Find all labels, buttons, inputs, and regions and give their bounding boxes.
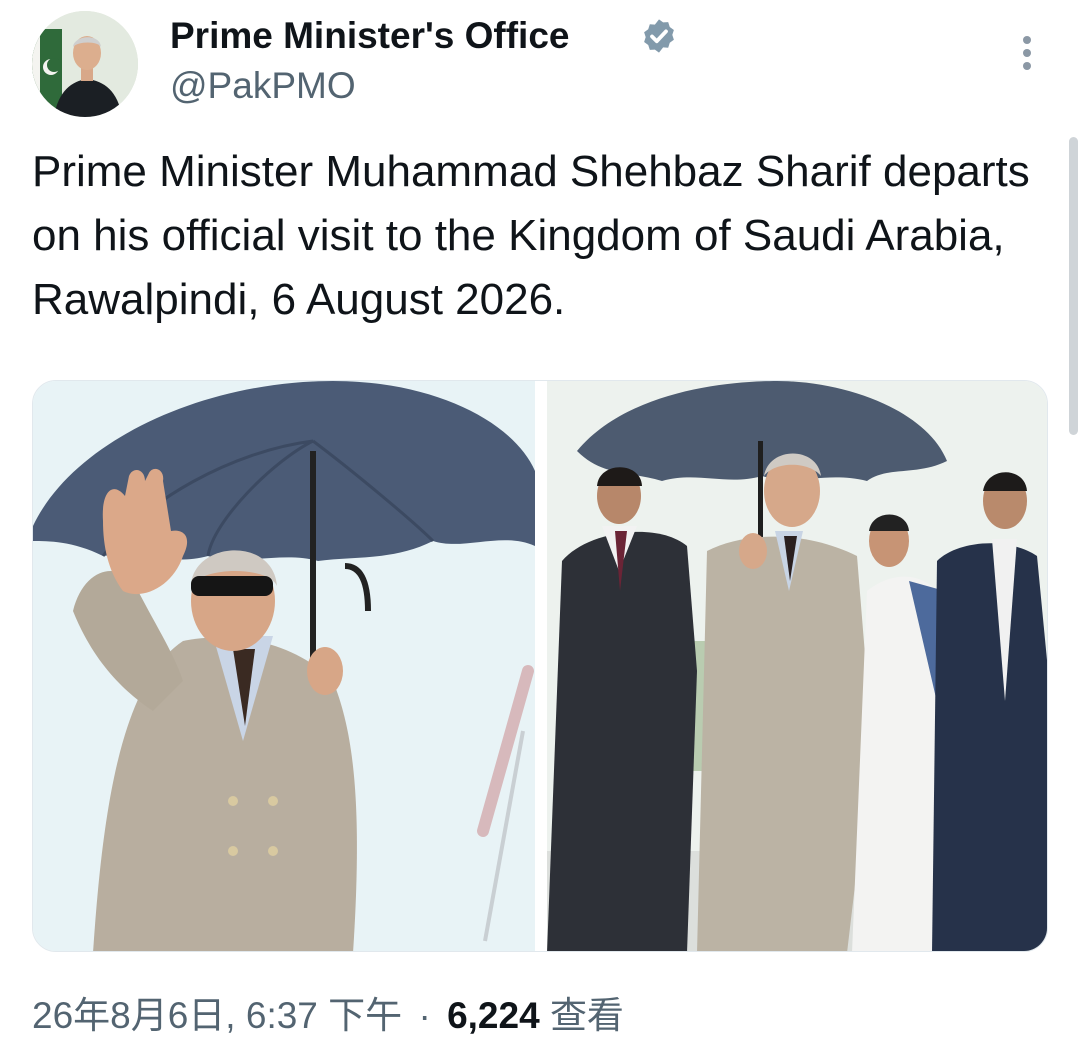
verified-badge-icon	[644, 19, 674, 53]
views-count[interactable]: 6,224	[447, 995, 540, 1036]
views-label: 查看	[549, 995, 624, 1036]
author-handle[interactable]: @PakPMO	[170, 64, 356, 108]
more-vertical-icon[interactable]	[1008, 30, 1046, 74]
avatar[interactable]	[32, 11, 138, 117]
photo-waving-under-umbrella[interactable]	[33, 381, 535, 951]
scrollbar[interactable]	[1069, 137, 1078, 435]
author-name[interactable]: Prime Minister's Office	[170, 14, 569, 58]
tweet-meta: 26年8月6日, 6:37 下午 · 6,224 查看	[32, 992, 624, 1040]
timestamp[interactable]: 26年8月6日, 6:37 下午	[32, 995, 402, 1036]
avatar-photo	[32, 11, 138, 117]
media-grid	[32, 380, 1048, 952]
tweet-text: Prime Minister Muhammad Shehbaz Sharif d…	[32, 147, 1030, 324]
photo-walking-with-entourage[interactable]	[547, 381, 1047, 951]
meta-separator: ·	[418, 995, 431, 1036]
